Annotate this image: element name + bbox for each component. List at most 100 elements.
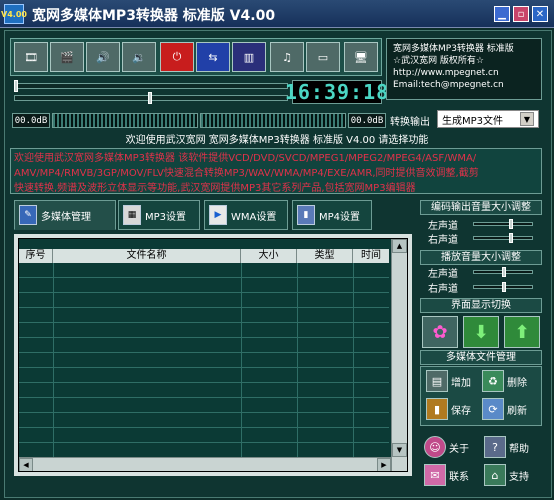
mp4-settings-icon: ▮	[297, 205, 315, 225]
contact-button[interactable]: ✉ 联系	[424, 464, 469, 486]
column-divider	[241, 263, 242, 471]
support-label: 支持	[509, 471, 529, 483]
play-left-slider[interactable]	[473, 267, 533, 277]
slider-thumb[interactable]	[502, 282, 506, 292]
encode-right-slider[interactable]	[473, 233, 533, 243]
save-file-label: 保存	[451, 405, 471, 417]
tab-label: WMA设置	[231, 211, 277, 223]
help-button[interactable]: ? 帮助	[484, 436, 529, 458]
maximize-button[interactable]: ▫	[513, 6, 529, 22]
scroll-left-icon[interactable]: ◀	[19, 458, 33, 471]
slider-thumb[interactable]	[502, 267, 506, 277]
save-icon: ▮	[426, 398, 448, 420]
music-notes-button[interactable]: ♫	[270, 42, 304, 72]
convert-icon: ⇆	[208, 50, 218, 64]
position-slider-thumb[interactable]	[14, 80, 18, 92]
recycle-icon: ♻	[482, 370, 504, 392]
arrow-down-icon: ⬇	[473, 321, 489, 343]
tab-mp4-settings[interactable]: ▮ MP4设置	[292, 200, 372, 230]
card-button[interactable]: ▭	[306, 42, 340, 72]
wma-settings-icon: ▶	[209, 205, 227, 225]
display-switch-title: 界面显示切换	[420, 298, 542, 313]
file-list[interactable]: 序号 文件名称 大小 类型 时间 ▲ ▼ ◀ ▶	[18, 238, 408, 472]
add-file-icon: ▤	[426, 370, 448, 392]
left-db-readout: 00.0dB	[12, 113, 50, 128]
scroll-down-icon[interactable]: ▼	[392, 443, 407, 457]
column-time[interactable]: 时间	[353, 249, 389, 263]
scroll-up-icon[interactable]: ▲	[392, 239, 407, 253]
column-divider	[353, 263, 354, 471]
tab-media-manage[interactable]: ✎ 多媒体管理	[14, 200, 116, 230]
add-media-icon: 🎞	[24, 50, 38, 64]
delete-file-button[interactable]: ♻ 删除	[482, 370, 527, 392]
chevron-down-icon: ▼	[520, 112, 534, 126]
convert-button[interactable]: ⇆	[196, 42, 230, 72]
speaker-settings-icon: 🔉	[132, 50, 146, 64]
tab-mp3-settings[interactable]: ▦ MP3设置	[118, 200, 200, 230]
add-file-button[interactable]: ▤ 增加	[426, 370, 471, 392]
power-button[interactable]: ⏻	[160, 42, 194, 72]
card-icon: ▭	[317, 50, 329, 64]
move-up-button[interactable]: ⬆	[504, 316, 540, 348]
output-format-select[interactable]: 生成MP3文件 ▼	[437, 110, 539, 128]
speaker-icon: 🔊	[96, 50, 110, 64]
tab-wma-settings[interactable]: ▶ WMA设置	[204, 200, 288, 230]
about-button[interactable]: ☺ 关于	[424, 436, 469, 458]
equalizer-icon: ▥	[243, 50, 255, 64]
tab-label: MP4设置	[319, 211, 361, 223]
column-type[interactable]: 类型	[297, 249, 353, 263]
info-line-4: Email:tech@mpegnet.cn	[393, 80, 504, 90]
column-filename[interactable]: 文件名称	[53, 249, 241, 263]
file-manage-title: 多媒体文件管理	[420, 350, 542, 365]
refresh-icon: ⟳	[482, 398, 504, 420]
help-icon: ?	[484, 436, 506, 458]
horizontal-scrollbar[interactable]: ◀ ▶	[19, 457, 391, 471]
volume-slider-thumb[interactable]	[148, 92, 152, 104]
encode-left-slider[interactable]	[473, 219, 533, 229]
music-notes-icon: ♫	[282, 50, 292, 64]
tab-label: MP3设置	[145, 211, 187, 223]
mp3-settings-icon: ▦	[123, 205, 141, 225]
app-logo-icon: V4.00	[1, 4, 27, 24]
media-manage-icon: ✎	[19, 205, 37, 225]
speaker-settings-button[interactable]: 🔉	[122, 42, 156, 72]
monitor-icon: 🖥	[354, 50, 368, 64]
slider-thumb[interactable]	[508, 219, 513, 229]
equalizer-button[interactable]: ▥	[232, 42, 266, 72]
move-down-button[interactable]: ⬇	[463, 316, 499, 348]
monitor-button[interactable]: 🖥	[344, 42, 378, 72]
vertical-scrollbar[interactable]: ▲ ▼	[391, 239, 407, 471]
marquee-text: 欢迎使用武汉宽网多媒体MP3转换器 该软件提供VCD/DVD/SVCD/MPEG…	[10, 148, 542, 194]
refresh-button[interactable]: ⟳ 刷新	[482, 398, 527, 420]
play-right-label: 右声道	[428, 284, 458, 295]
file-list-panel: 序号 文件名称 大小 类型 时间 ▲ ▼ ◀ ▶	[14, 234, 412, 476]
info-line-3: http://www.mpegnet.cn	[393, 68, 499, 78]
add-file-label: 增加	[451, 377, 471, 389]
scroll-right-icon[interactable]: ▶	[377, 458, 391, 471]
file-list-rows[interactable]	[19, 263, 389, 471]
help-label: 帮助	[509, 443, 529, 455]
column-index[interactable]: 序号	[19, 249, 53, 263]
batch-media-button[interactable]: 🎬	[50, 42, 84, 72]
minimize-button[interactable]: ▁	[494, 6, 510, 22]
save-file-button[interactable]: ▮ 保存	[426, 398, 471, 420]
add-media-button[interactable]: 🎞	[14, 42, 48, 72]
support-button[interactable]: ⌂ 支持	[484, 464, 529, 486]
power-icon: ⏻	[172, 50, 182, 63]
refresh-label: 刷新	[507, 405, 527, 417]
close-button[interactable]: ✕	[532, 6, 548, 22]
marquee-line-1: 欢迎使用武汉宽网多媒体MP3转换器 该软件提供VCD/DVD/SVCD/MPEG…	[14, 153, 477, 164]
right-db-readout: 00.0dB	[348, 113, 386, 128]
column-size[interactable]: 大小	[241, 249, 297, 263]
slider-thumb[interactable]	[508, 233, 513, 243]
marquee-line-3: 快速转换,频谱及波形立体显示等功能,武汉宽网提供MP3其它系列产品,包括宽网MP…	[14, 183, 416, 194]
output-label: 转换输出	[390, 117, 430, 128]
column-divider	[297, 263, 298, 471]
skin-switch-button[interactable]: ✿	[422, 316, 458, 348]
speaker-button[interactable]: 🔊	[86, 42, 120, 72]
left-level-meter	[52, 113, 198, 128]
house-icon: ⌂	[484, 464, 506, 486]
play-right-slider[interactable]	[473, 282, 533, 292]
time-display: 16:39:18	[284, 80, 390, 104]
position-slider-track[interactable]	[14, 83, 288, 89]
